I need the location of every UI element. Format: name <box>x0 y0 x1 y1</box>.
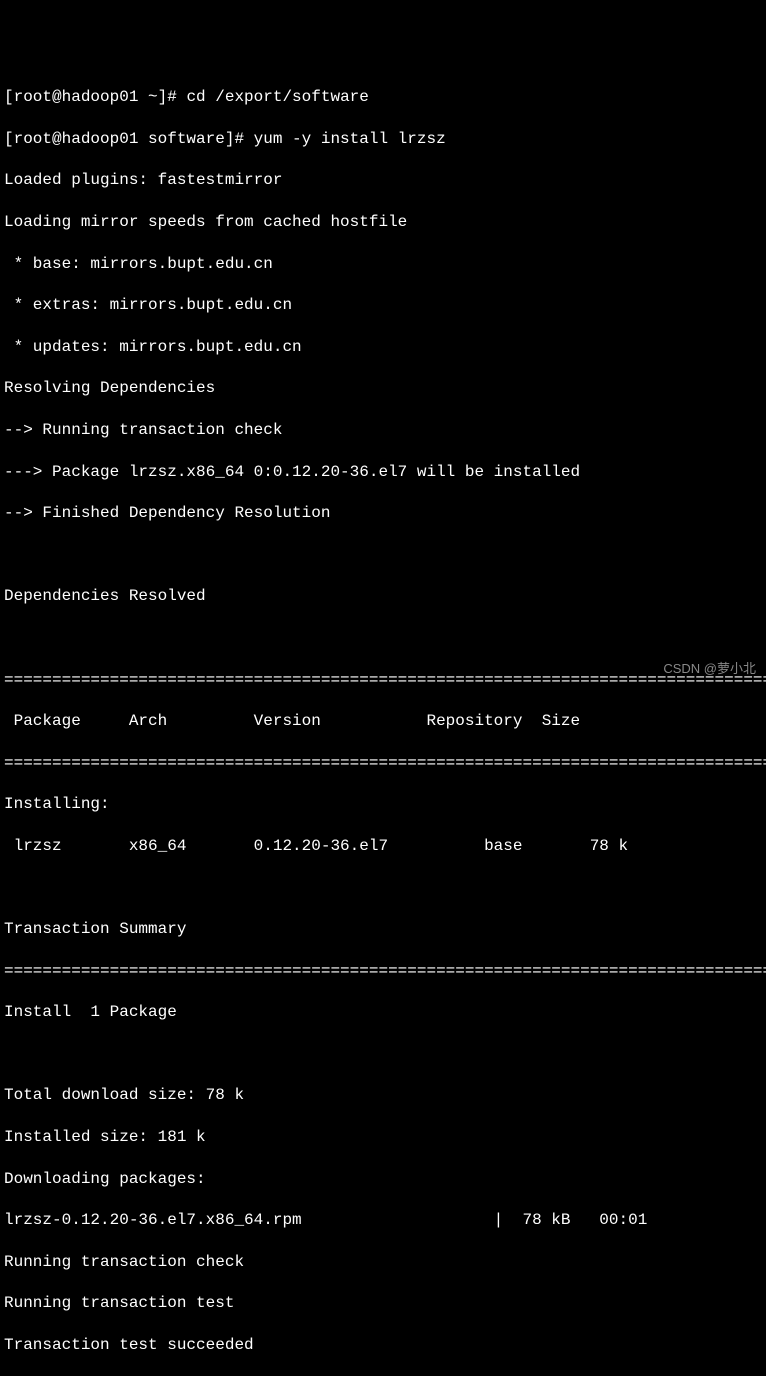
total-download: Total download size: 78 k <box>4 1085 762 1106</box>
output-deps-resolved: Dependencies Resolved <box>4 586 762 607</box>
output-loaded-plugins: Loaded plugins: fastestmirror <box>4 170 762 191</box>
blank-line <box>4 545 762 566</box>
trans-summary: Transaction Summary <box>4 919 762 940</box>
blank-line <box>4 1044 762 1065</box>
command-text[interactable]: yum -y install lrzsz <box>254 130 446 148</box>
prompt-prefix: [root@hadoop01 software]# <box>4 130 254 148</box>
table-header: Package Arch Version Repository Size <box>4 711 762 732</box>
separator: ========================================… <box>4 753 762 774</box>
blank-line <box>4 877 762 898</box>
output-mirror-extras: * extras: mirrors.bupt.edu.cn <box>4 295 762 316</box>
output-trans-check: --> Running transaction check <box>4 420 762 441</box>
prompt-line-1: [root@hadoop01 ~]# cd /export/software <box>4 87 762 108</box>
rpm-progress: lrzsz-0.12.20-36.el7.x86_64.rpm | 78 kB … <box>4 1210 762 1231</box>
installed-size: Installed size: 181 k <box>4 1127 762 1148</box>
table-row: lrzsz x86_64 0.12.20-36.el7 base 78 k <box>4 836 762 857</box>
downloading-label: Downloading packages: <box>4 1169 762 1190</box>
output-loading-mirror: Loading mirror speeds from cached hostfi… <box>4 212 762 233</box>
run-trans-test: Running transaction test <box>4 1293 762 1314</box>
prompt-prefix: [root@hadoop01 ~]# <box>4 88 186 106</box>
output-mirror-base: * base: mirrors.bupt.edu.cn <box>4 254 762 275</box>
install-count: Install 1 Package <box>4 1002 762 1023</box>
prompt-line-2: [root@hadoop01 software]# yum -y install… <box>4 129 762 150</box>
run-trans-check: Running transaction check <box>4 1252 762 1273</box>
watermark-text: CSDN @萝小北 <box>663 661 756 678</box>
output-mirror-updates: * updates: mirrors.bupt.edu.cn <box>4 337 762 358</box>
output-pkg-install: ---> Package lrzsz.x86_64 0:0.12.20-36.e… <box>4 462 762 483</box>
separator: ========================================… <box>4 670 762 691</box>
installing-label: Installing: <box>4 794 762 815</box>
output-finished: --> Finished Dependency Resolution <box>4 503 762 524</box>
blank-line <box>4 628 762 649</box>
trans-test-succeeded: Transaction test succeeded <box>4 1335 762 1356</box>
command-text[interactable]: cd /export/software <box>186 88 368 106</box>
output-resolving: Resolving Dependencies <box>4 378 762 399</box>
separator: ========================================… <box>4 961 762 982</box>
